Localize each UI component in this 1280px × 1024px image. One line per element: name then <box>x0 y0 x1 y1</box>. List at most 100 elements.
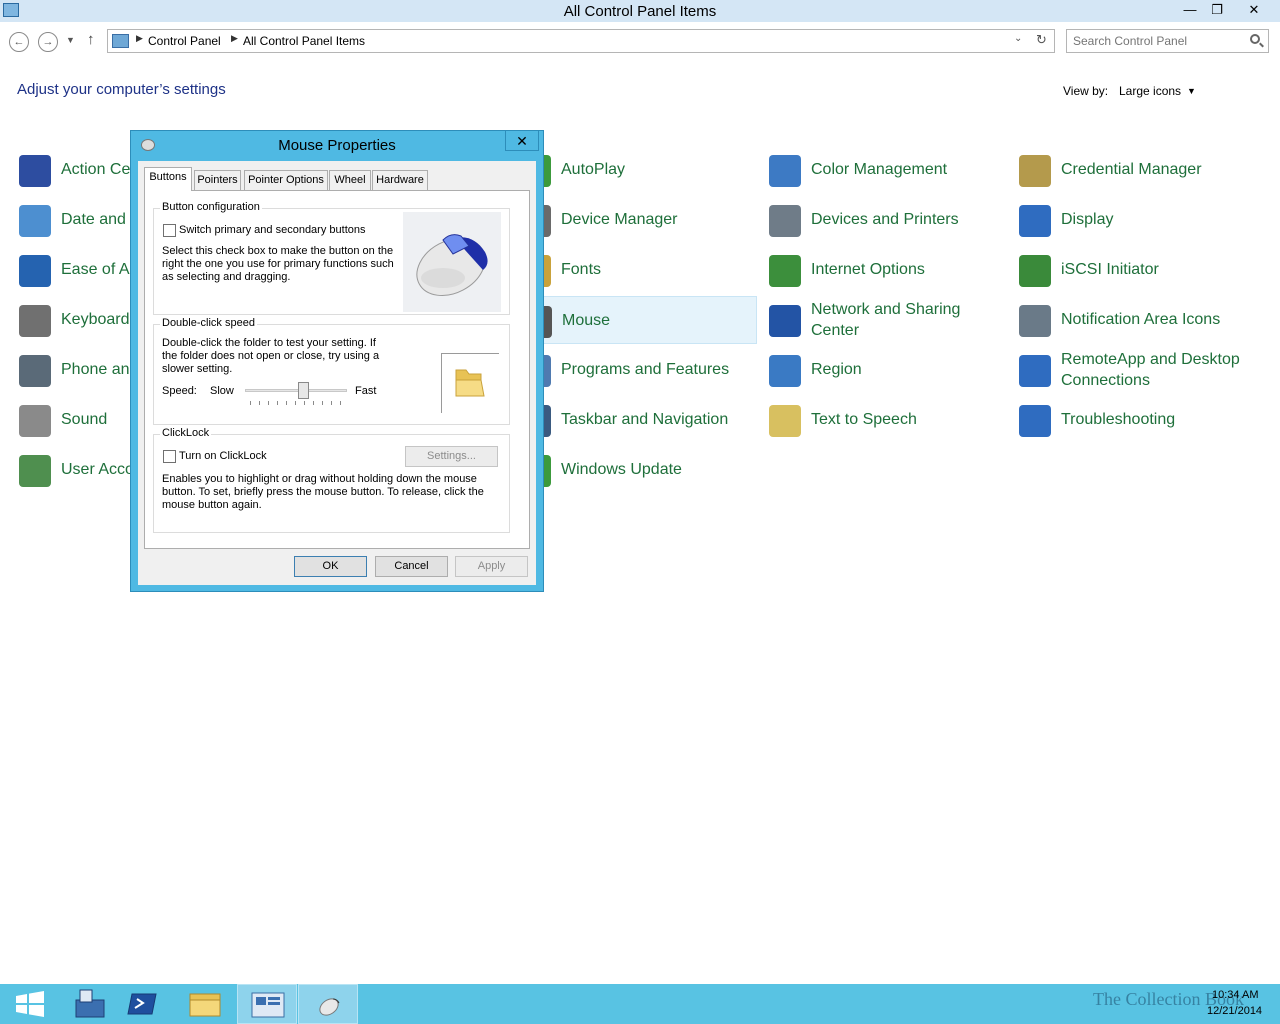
control-panel-item-label[interactable]: Devices and Printers <box>811 209 959 230</box>
double-click-speed-slider[interactable] <box>245 380 347 406</box>
flag-icon[interactable] <box>19 155 51 187</box>
control-panel-item-label[interactable]: Display <box>1061 209 1113 230</box>
back-arrow-icon[interactable]: ← <box>9 32 29 52</box>
server-manager-button[interactable] <box>60 984 120 1024</box>
control-panel-item-label[interactable]: Color Management <box>811 159 947 180</box>
control-panel-item[interactable]: Windows Update <box>517 446 757 494</box>
clicklock-checkbox[interactable] <box>163 450 176 463</box>
control-panel-item-label[interactable]: AutoPlay <box>561 159 625 180</box>
file-explorer-button[interactable] <box>174 984 234 1024</box>
breadcrumb-separator-icon[interactable]: ▶ <box>136 33 143 44</box>
control-panel-item-label[interactable]: Sound <box>61 409 107 430</box>
tab-pointers[interactable]: Pointers <box>194 170 241 190</box>
tab-wheel[interactable]: Wheel <box>329 170 371 190</box>
clicklock-settings-button[interactable]: Settings... <box>405 446 498 467</box>
minimize-button[interactable]: — <box>1177 0 1203 20</box>
control-panel-item[interactable]: Taskbar and Navigation <box>517 396 757 444</box>
control-panel-item-label[interactable]: Phone and <box>61 359 138 380</box>
control-panel-item-label[interactable]: Action Ce <box>61 159 130 180</box>
powershell-button[interactable] <box>113 984 173 1024</box>
control-panel-item-label[interactable]: Ease of Ac <box>61 259 138 280</box>
control-panel-item-label[interactable]: Fonts <box>561 259 601 280</box>
mouse-icon[interactable] <box>299 985 359 1024</box>
mouse-properties-taskbar-button[interactable] <box>298 984 358 1024</box>
calendar-clock-icon[interactable] <box>19 205 51 237</box>
apply-button[interactable]: Apply <box>455 556 528 577</box>
network-icon[interactable] <box>769 305 801 337</box>
notification-area-icon[interactable] <box>1019 305 1051 337</box>
breadcrumb-control-panel[interactable]: Control Panel <box>148 34 221 48</box>
switch-buttons-checkbox[interactable] <box>163 224 176 237</box>
keyboard-icon[interactable] <box>19 305 51 337</box>
restore-button[interactable]: ❐ <box>1204 0 1230 20</box>
monitor-icon[interactable] <box>1019 205 1051 237</box>
control-panel-item-label[interactable]: Programs and Features <box>561 359 729 380</box>
control-panel-item-label[interactable]: Keyboard <box>61 309 130 330</box>
control-panel-item[interactable]: Device Manager <box>517 196 757 244</box>
breadcrumb-separator-icon[interactable]: ▶ <box>231 33 238 44</box>
ok-button[interactable]: OK <box>294 556 367 577</box>
switch-buttons-label[interactable]: Switch primary and secondary buttons <box>179 224 365 237</box>
control-panel-item[interactable]: Notification Area Icons <box>1017 296 1267 344</box>
search-box[interactable] <box>1066 29 1269 53</box>
control-panel-item-label[interactable]: Windows Update <box>561 459 682 480</box>
iscsi-globe-icon[interactable] <box>1019 255 1051 287</box>
refresh-icon[interactable]: ↻ <box>1036 32 1047 48</box>
speaker-icon[interactable] <box>19 405 51 437</box>
color-management-icon[interactable] <box>769 155 801 187</box>
server-manager-icon[interactable] <box>60 984 120 1024</box>
control-panel-item-label[interactable]: User Acco <box>61 459 134 480</box>
tab-hardware[interactable]: Hardware <box>372 170 428 190</box>
tab-pointer-options[interactable]: Pointer Options <box>244 170 328 190</box>
control-panel-item[interactable]: RemoteApp and Desktop Connections <box>1017 346 1267 394</box>
control-panel-item[interactable]: Troubleshooting <box>1017 396 1267 444</box>
control-panel-item[interactable]: iSCSI Initiator <box>1017 246 1267 294</box>
file-explorer-icon[interactable] <box>174 984 234 1024</box>
address-dropdown-icon[interactable]: ⌄ <box>1014 33 1022 44</box>
control-panel-item[interactable]: Credential Manager <box>1017 146 1267 194</box>
control-panel-item[interactable]: Programs and Features <box>517 346 757 394</box>
dialog-close-button[interactable]: ✕ <box>505 131 539 151</box>
control-panel-item-label[interactable]: Device Manager <box>561 209 678 230</box>
chevron-down-icon[interactable]: ▼ <box>1187 86 1196 96</box>
troubleshooting-icon[interactable] <box>1019 405 1051 437</box>
globe-icon[interactable] <box>769 255 801 287</box>
control-panel-item[interactable]: Color Management <box>767 146 1007 194</box>
users-icon[interactable] <box>19 455 51 487</box>
breadcrumb-all-items[interactable]: All Control Panel Items <box>243 34 365 48</box>
control-panel-item-label[interactable]: Text to Speech <box>811 409 917 430</box>
control-panel-item[interactable]: Text to Speech <box>767 396 1007 444</box>
printer-icon[interactable] <box>769 205 801 237</box>
clock-time[interactable]: 10:34 AM <box>1212 989 1258 1001</box>
phone-icon[interactable] <box>19 355 51 387</box>
control-panel-icon[interactable] <box>238 985 298 1024</box>
tab-buttons[interactable]: Buttons <box>144 167 192 191</box>
control-panel-taskbar-button[interactable] <box>237 984 297 1024</box>
test-folder-area[interactable] <box>441 353 499 413</box>
forward-arrow-icon[interactable]: → <box>38 32 58 52</box>
control-panel-item[interactable]: AutoPlay <box>517 146 757 194</box>
control-panel-item-label[interactable]: Notification Area Icons <box>1061 309 1220 330</box>
windows-logo-icon[interactable] <box>0 984 60 1024</box>
control-panel-item-label[interactable]: Network and Sharing Center <box>811 299 960 341</box>
speech-bubble-icon[interactable] <box>769 405 801 437</box>
control-panel-item[interactable]: Mouse <box>517 296 757 344</box>
control-panel-item[interactable]: Region <box>767 346 1007 394</box>
remoteapp-icon[interactable] <box>1019 355 1051 387</box>
search-icon[interactable] <box>1250 34 1260 44</box>
up-arrow-icon[interactable]: ↑ <box>87 31 95 48</box>
control-panel-item-label[interactable]: Taskbar and Navigation <box>561 409 728 430</box>
region-globe-icon[interactable] <box>769 355 801 387</box>
control-panel-item-label[interactable]: Credential Manager <box>1061 159 1202 180</box>
slider-thumb[interactable] <box>298 382 309 399</box>
view-by-dropdown[interactable]: Large icons <box>1119 84 1181 98</box>
folder-icon[interactable] <box>442 354 500 414</box>
recent-locations-chevron-icon[interactable]: ▼ <box>66 35 75 45</box>
control-panel-item-label[interactable]: Date and T <box>61 209 140 230</box>
clock-date[interactable]: 12/21/2014 <box>1207 1005 1262 1017</box>
control-panel-item-label[interactable]: iSCSI Initiator <box>1061 259 1159 280</box>
address-bar[interactable]: ▶ Control Panel ▶ All Control Panel Item… <box>107 29 1055 53</box>
control-panel-item-label[interactable]: Mouse <box>562 310 610 331</box>
start-button[interactable] <box>0 984 60 1024</box>
control-panel-item[interactable]: Internet Options <box>767 246 1007 294</box>
